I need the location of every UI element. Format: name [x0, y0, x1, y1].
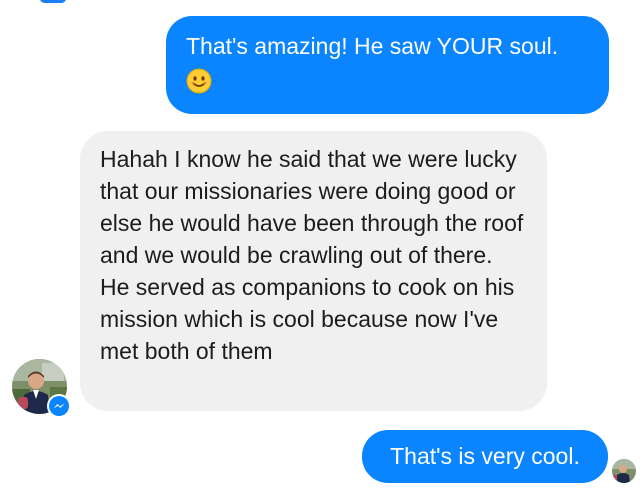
- messenger-badge: [47, 394, 71, 418]
- incoming-message-bubble[interactable]: Hahah I know he said that we were lucky …: [80, 131, 547, 411]
- message-text: That's is very cool.: [390, 443, 580, 469]
- outgoing-message-bubble[interactable]: That's amazing! He saw YOUR soul.: [166, 16, 609, 114]
- messenger-bolt-icon: [49, 396, 69, 416]
- message-text: Hahah I know he said that we were lucky …: [100, 146, 524, 364]
- message-thread: That's amazing! He saw YOUR soul. Hahah …: [0, 0, 640, 498]
- previous-message-edge: [40, 0, 66, 3]
- seen-receipt-avatar: [612, 459, 636, 483]
- message-text: That's amazing! He saw YOUR soul.: [186, 33, 559, 59]
- smiling-face-icon: [186, 68, 212, 94]
- outgoing-message-bubble[interactable]: That's is very cool.: [362, 430, 608, 483]
